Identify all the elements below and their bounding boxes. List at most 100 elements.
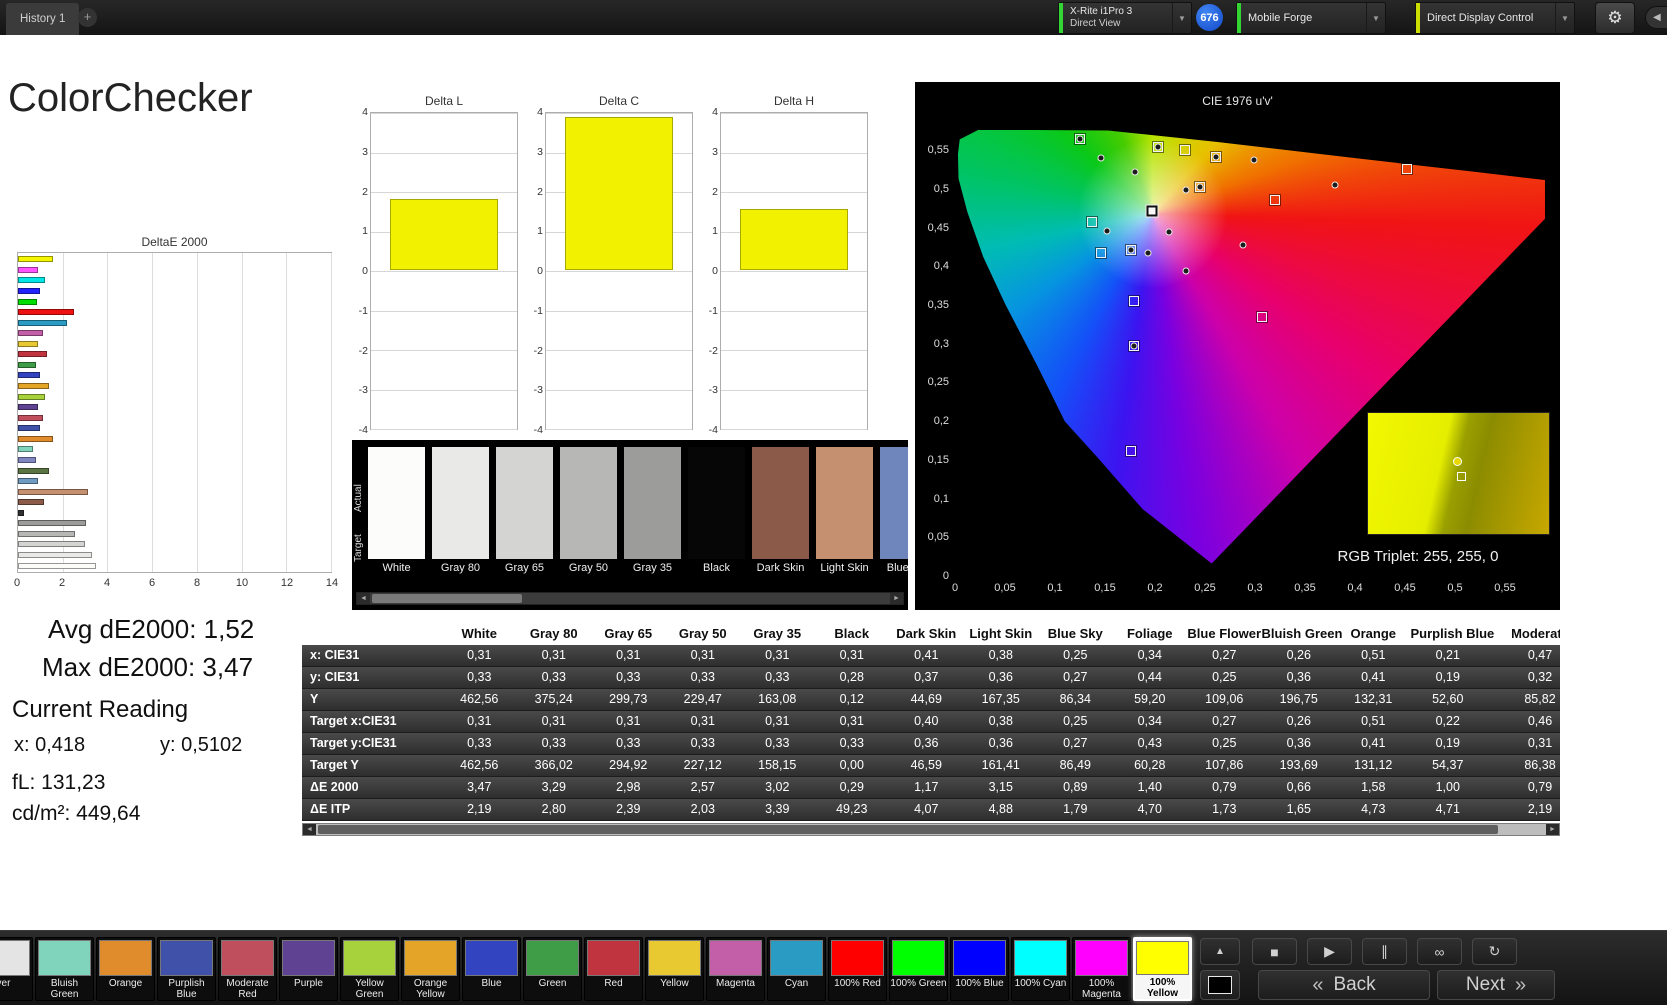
delta-charts: Delta L43210-1-2-3-4Delta C43210-1-2-3-4…	[355, 94, 885, 446]
scrollbar-thumb[interactable]	[318, 825, 1498, 834]
de2000-bar	[18, 541, 85, 547]
table-scrollbar[interactable]: ◄ ►	[302, 823, 1560, 836]
swatch-item[interactable]: White	[368, 447, 425, 574]
swatch-color	[688, 447, 745, 559]
table-cell: 0,21	[1411, 645, 1486, 666]
de2000-bar	[18, 436, 53, 442]
axis-tick-label: 0,45	[915, 222, 949, 234]
de2000-chart	[17, 252, 332, 573]
patch-button-100-green[interactable]: 100% Green	[889, 937, 948, 1001]
table-cell: 131,12	[1336, 755, 1411, 776]
swatch-color	[752, 447, 809, 559]
swatch-scrollbar[interactable]: ◄ ►	[356, 592, 904, 605]
patch-button-orange[interactable]: Orange	[96, 937, 155, 1001]
collapse-panel-icon[interactable]: ◀	[1645, 6, 1667, 29]
swatch-item[interactable]: Dark Skin	[752, 447, 809, 574]
play-button[interactable]: ▶	[1307, 938, 1352, 965]
table-cell: 227,12	[666, 755, 741, 776]
swatch-label: Gray 80	[432, 562, 489, 574]
loop-button[interactable]: ↻	[1472, 938, 1517, 965]
cie-measured-dot	[1166, 229, 1173, 236]
table-cell: 3,47	[442, 777, 517, 798]
patch-button-yellow-green[interactable]: Yellow Green	[340, 937, 399, 1001]
de-bar-row	[18, 423, 331, 434]
patch-button-ver[interactable]: ver	[0, 937, 33, 1001]
patch-button-cyan[interactable]: Cyan	[767, 937, 826, 1001]
meter-pattern-source[interactable]: Mobile Forge ▼	[1236, 2, 1386, 34]
swatch-label: Dark Skin	[752, 562, 809, 574]
axis-tick-label: 6	[149, 577, 155, 589]
stop-button[interactable]: ■	[1252, 938, 1297, 965]
chevron-down-icon[interactable]: ▼	[1555, 3, 1574, 33]
swatch-item[interactable]: Gray 80	[432, 447, 489, 574]
next-button[interactable]: Next »	[1437, 970, 1555, 1000]
chevron-down-icon[interactable]: ▼	[1172, 3, 1191, 33]
table-cell: 0,38	[964, 645, 1039, 666]
table-cell: 0,36	[964, 667, 1039, 688]
meter-display-control[interactable]: Direct Display Control ▼	[1415, 2, 1575, 34]
swatch-item[interactable]: Light Skin	[816, 447, 873, 574]
blackout-toggle-button[interactable]	[1200, 970, 1240, 1000]
axis-tick-label: 4	[355, 106, 368, 118]
patch-button-100-red[interactable]: 100% Red	[828, 937, 887, 1001]
patch-button-bluish-green[interactable]: Bluish Green	[35, 937, 94, 1001]
table-cell: 0,31	[442, 711, 517, 732]
swatch-color	[624, 447, 681, 559]
tab-history-1[interactable]: History 1	[6, 3, 79, 35]
scrollbar-thumb[interactable]	[372, 594, 522, 603]
scroll-up-icon[interactable]: ▲	[1200, 938, 1240, 965]
scroll-left-icon[interactable]: ◄	[357, 593, 370, 604]
swatch-item[interactable]: Black	[688, 447, 745, 574]
patch-button-green[interactable]: Green	[523, 937, 582, 1001]
axis-tick-label: -3	[705, 384, 718, 396]
pause-button[interactable]: ∥	[1362, 938, 1407, 965]
de-bar-row	[18, 275, 331, 286]
scroll-left-icon[interactable]: ◄	[303, 824, 316, 835]
delta-chart-delta-l: Delta L43210-1-2-3-4	[355, 94, 520, 446]
swatch-item[interactable]: Blue Sky	[880, 447, 908, 574]
gridline	[371, 311, 517, 312]
cie-measured-dot	[1240, 241, 1247, 248]
table-cell: 4,88	[964, 799, 1039, 820]
patch-button-orange-yellow[interactable]: Orange Yellow	[401, 937, 460, 1001]
axis-tick-label: 0,05	[994, 582, 1015, 594]
patch-button-100-blue[interactable]: 100% Blue	[950, 937, 1009, 1001]
table-cell: 0,31	[666, 645, 741, 666]
table-cell: 375,24	[517, 689, 592, 710]
patch-button-red[interactable]: Red	[584, 937, 643, 1001]
patch-button-100-yellow[interactable]: 100% Yellow	[1133, 937, 1192, 1001]
patch-button-purple[interactable]: Purple	[279, 937, 338, 1001]
chevron-down-icon[interactable]: ▼	[1366, 3, 1385, 33]
patch-button-purplish-blue[interactable]: Purplish Blue	[157, 937, 216, 1001]
table-cell: 86,34	[1038, 689, 1113, 710]
meter-probe[interactable]: X-Rite i1Pro 3 Direct View ▼	[1058, 2, 1192, 34]
patch-button-moderate-red[interactable]: Moderate Red	[218, 937, 277, 1001]
de-bar-row	[18, 339, 331, 350]
meter-probe-line1: X-Rite i1Pro 3	[1070, 6, 1165, 18]
back-button[interactable]: « Back	[1258, 970, 1430, 1000]
patch-button-blue[interactable]: Blue	[462, 937, 521, 1001]
swatch-item[interactable]: Gray 35	[624, 447, 681, 574]
table-cell: 0,31	[815, 645, 890, 666]
scroll-right-icon[interactable]: ►	[890, 593, 903, 604]
scroll-right-icon[interactable]: ►	[1546, 824, 1559, 835]
delta-chart-plot	[370, 112, 518, 430]
patch-button-100-magenta[interactable]: 100% Magenta	[1072, 937, 1131, 1001]
swatch-item[interactable]: Gray 65	[496, 447, 553, 574]
table-cell: 0,40	[889, 711, 964, 732]
patch-button-magenta[interactable]: Magenta	[706, 937, 765, 1001]
add-tab-button[interactable]: +	[78, 8, 97, 27]
cie-measured-dot	[1145, 250, 1152, 257]
table-cell: 4,71	[1411, 799, 1486, 820]
axis-tick-label: 0,55	[915, 144, 949, 156]
swatch-target-label: Target	[353, 504, 364, 562]
patch-button-yellow[interactable]: Yellow	[645, 937, 704, 1001]
de2000-bar	[18, 288, 40, 294]
swatch-item[interactable]: Gray 50	[560, 447, 617, 574]
delta-chart-bar	[565, 117, 673, 270]
gear-icon[interactable]: ⚙	[1595, 2, 1635, 34]
continuous-button[interactable]: ∞	[1417, 938, 1462, 965]
de2000-chart-title: DeltaE 2000	[17, 235, 332, 249]
patch-button-100-cyan[interactable]: 100% Cyan	[1011, 937, 1070, 1001]
gridline	[371, 192, 517, 193]
